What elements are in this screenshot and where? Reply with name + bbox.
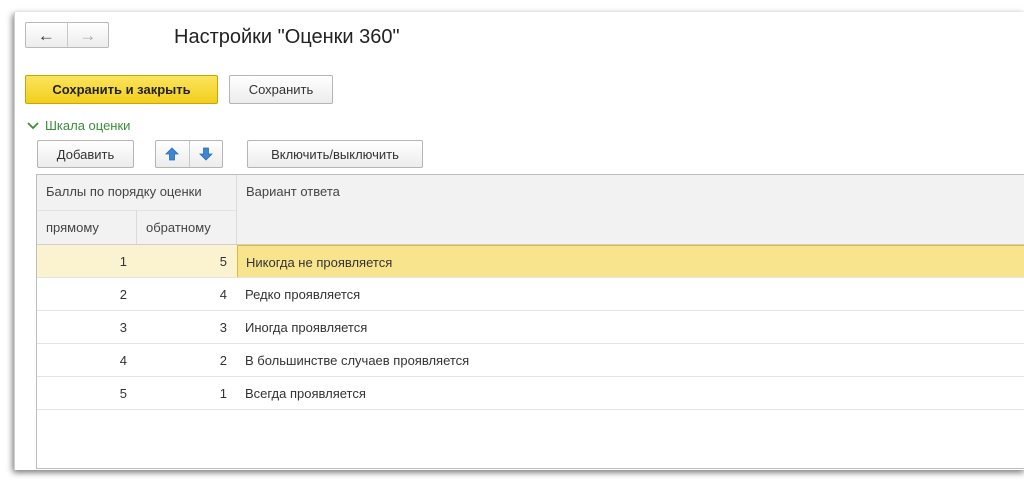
move-buttons [155, 140, 223, 168]
scale-table: Баллы по порядку оценки прямому обратном… [36, 174, 1024, 469]
back-button[interactable]: ← [26, 23, 68, 47]
move-down-button[interactable] [190, 141, 223, 167]
table-row[interactable]: 3 3 Иногда проявляется [37, 311, 1024, 344]
arrow-down-icon [198, 147, 213, 161]
settings-window: ← → Настройки "Оценки 360" Сохранить и з… [14, 12, 1024, 470]
row-divider [37, 409, 1024, 410]
cell-answer: Всегда проявляется [245, 386, 366, 401]
cell-reverse: 4 [219, 287, 227, 302]
cell-answer: Иногда проявляется [245, 320, 368, 335]
cell-reverse: 1 [219, 386, 227, 401]
cell-answer: В большинстве случаев проявляется [245, 353, 470, 368]
save-and-close-button[interactable]: Сохранить и закрыть [25, 75, 218, 104]
arrow-left-icon: ← [37, 25, 55, 45]
navigation-buttons: ← → [25, 22, 109, 48]
cell-direct: 3 [119, 320, 127, 335]
cell-direct: 4 [119, 353, 127, 368]
cell-reverse: 5 [137, 245, 237, 278]
arrow-up-icon [165, 147, 180, 161]
cell-direct: 5 [119, 386, 127, 401]
cell-answer: Никогда не проявляется [237, 245, 1024, 278]
arrow-right-icon: → [79, 25, 97, 45]
header-direct[interactable]: прямому [37, 211, 137, 244]
add-button[interactable]: Добавить [37, 140, 134, 168]
move-up-button[interactable] [156, 141, 190, 167]
header-reverse[interactable]: обратному [137, 211, 237, 244]
cell-reverse: 2 [219, 353, 227, 368]
group-label: Шкала оценки [45, 118, 131, 133]
header-answer[interactable]: Вариант ответа [237, 175, 1024, 244]
chevron-down-icon [27, 121, 39, 129]
table-row[interactable]: 5 1 Всегда проявляется [37, 377, 1024, 410]
forward-button[interactable]: → [68, 23, 109, 47]
header-score-order: Баллы по порядку оценки [37, 175, 237, 211]
table-row[interactable]: 4 2 В большинстве случаев проявляется [37, 344, 1024, 377]
cell-answer: Редко проявляется [245, 287, 361, 302]
table-row[interactable]: 2 4 Редко проявляется [37, 278, 1024, 311]
cell-direct: 1 [37, 245, 137, 278]
page-title: Настройки "Оценки 360" [174, 26, 400, 48]
scale-group-header[interactable]: Шкала оценки [27, 118, 130, 133]
cell-direct: 2 [119, 287, 127, 302]
table-row[interactable]: 1 5 Никогда не проявляется [37, 245, 1024, 278]
save-button[interactable]: Сохранить [229, 75, 333, 104]
cell-reverse: 3 [219, 320, 227, 335]
toggle-button[interactable]: Включить/выключить [247, 140, 423, 168]
